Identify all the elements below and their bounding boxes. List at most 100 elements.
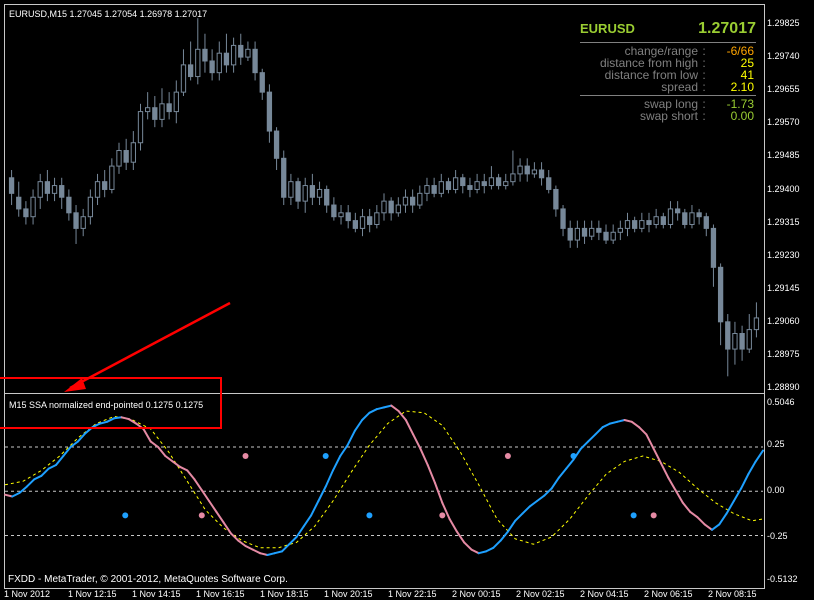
ssa-line-segment bbox=[681, 501, 692, 513]
candle-body bbox=[438, 181, 444, 194]
ssa-line-segment bbox=[754, 449, 764, 463]
candle-body bbox=[639, 220, 645, 229]
ssa-line-segment bbox=[310, 500, 320, 517]
ssa-line-segment bbox=[55, 455, 65, 466]
price-axis-label: 1.29230 bbox=[767, 249, 800, 260]
ssa-line-segment bbox=[397, 410, 407, 421]
candle-body bbox=[517, 165, 523, 175]
ssa-line-segment bbox=[149, 440, 160, 448]
ssa-line-segment bbox=[528, 500, 539, 508]
candle-body bbox=[417, 192, 423, 206]
ssa-line-segment bbox=[200, 489, 211, 502]
ssa-line-segment bbox=[353, 419, 364, 432]
ssa-line-segment bbox=[477, 550, 488, 555]
candle-body bbox=[395, 204, 401, 214]
time-axis-label: 1 Nov 20:15 bbox=[324, 589, 373, 599]
candle-body bbox=[230, 44, 237, 66]
candle-body bbox=[37, 181, 43, 198]
indicator-axis-label: -0.5132 bbox=[767, 574, 798, 584]
info-row-colon: : bbox=[702, 80, 706, 94]
ssa-line-segment bbox=[521, 505, 531, 515]
ssa-line-segment bbox=[674, 489, 684, 504]
candle-body bbox=[173, 91, 179, 113]
candle-body bbox=[388, 200, 394, 214]
candle-body bbox=[16, 196, 22, 210]
signal-dot bbox=[366, 512, 373, 519]
ssa-line-segment bbox=[18, 485, 28, 494]
ssa-line-segment bbox=[608, 420, 619, 425]
candle-body bbox=[574, 227, 581, 241]
ssa-line-segment bbox=[601, 422, 611, 429]
symbol-header: EURUSD,M15 1.27045 1.27054 1.26978 1.270… bbox=[9, 9, 208, 19]
candle-body bbox=[445, 181, 452, 190]
candle-body bbox=[195, 48, 201, 78]
candle-body bbox=[617, 227, 623, 233]
ssa-line-segment bbox=[740, 473, 750, 490]
signal-dot bbox=[504, 453, 511, 459]
ssa-line-segment bbox=[259, 552, 269, 556]
ssa-line-segment bbox=[725, 500, 735, 515]
candle-body bbox=[460, 177, 466, 187]
time-axis-label: 1 Nov 2012 bbox=[4, 589, 51, 599]
ssa-line-segment bbox=[142, 428, 152, 443]
candle-body bbox=[152, 107, 158, 120]
candle-body bbox=[632, 220, 638, 229]
candle-body bbox=[682, 212, 688, 225]
ssa-line-segment bbox=[40, 467, 50, 477]
ssa-line-segment bbox=[630, 420, 641, 429]
candle-body bbox=[73, 212, 79, 229]
candle-body bbox=[531, 169, 538, 175]
candle-body bbox=[109, 165, 115, 190]
annotation-box bbox=[0, 377, 222, 429]
candle-body bbox=[746, 329, 752, 350]
candle-body bbox=[116, 150, 122, 167]
ssa-line-segment bbox=[710, 523, 721, 531]
price-axis-label: 1.29570 bbox=[767, 117, 800, 128]
signal-dot bbox=[122, 512, 129, 519]
time-axis-label: 2 Nov 06:15 bbox=[644, 589, 693, 599]
price-axis-label: 1.28975 bbox=[767, 349, 800, 359]
ssa-line-segment bbox=[485, 546, 495, 553]
candle-body bbox=[130, 142, 136, 163]
ssa-line-segment bbox=[361, 411, 371, 421]
ssa-line-segment bbox=[557, 467, 568, 479]
ssa-line-segment bbox=[455, 530, 466, 544]
price-axis-label: 1.29740 bbox=[767, 51, 800, 62]
candle-body bbox=[338, 212, 344, 218]
candle-body bbox=[589, 227, 595, 237]
candle-body bbox=[696, 212, 702, 218]
candle-body bbox=[252, 48, 258, 74]
ssa-line-segment bbox=[47, 464, 58, 470]
ssa-line-segment bbox=[193, 478, 203, 492]
price-axis-label: 1.29485 bbox=[767, 150, 800, 161]
ssa-line-segment bbox=[215, 510, 225, 524]
ssa-line-segment bbox=[25, 478, 36, 488]
candle-body bbox=[187, 64, 194, 78]
price-axis-label: 1.29060 bbox=[767, 315, 800, 326]
candle-body bbox=[524, 165, 530, 175]
ssa-line-segment bbox=[543, 487, 553, 497]
candle-body bbox=[30, 196, 36, 218]
ssa-line-segment bbox=[667, 476, 677, 492]
candle-body bbox=[180, 64, 187, 93]
candle-body bbox=[359, 216, 366, 229]
candle-body bbox=[137, 111, 144, 144]
candle-body bbox=[452, 177, 459, 190]
price-axis-label: 1.29655 bbox=[767, 84, 800, 95]
ssa-line-segment bbox=[419, 447, 429, 466]
candle-body bbox=[753, 317, 760, 331]
candle-body bbox=[703, 216, 709, 229]
candle-body bbox=[59, 185, 65, 198]
ssa-line-segment bbox=[623, 419, 633, 423]
candle-body bbox=[495, 177, 502, 187]
candle-body bbox=[316, 188, 323, 198]
ssa-line-segment bbox=[550, 476, 560, 490]
ssa-line-segment bbox=[244, 545, 254, 551]
candle-body bbox=[145, 107, 151, 113]
candle-body bbox=[352, 220, 359, 229]
ssa-line-segment bbox=[696, 516, 706, 526]
candle-body bbox=[80, 216, 86, 229]
candle-body bbox=[345, 212, 351, 222]
annotation-arrow-shaft bbox=[69, 301, 231, 390]
info-row-colon: : bbox=[702, 109, 706, 123]
